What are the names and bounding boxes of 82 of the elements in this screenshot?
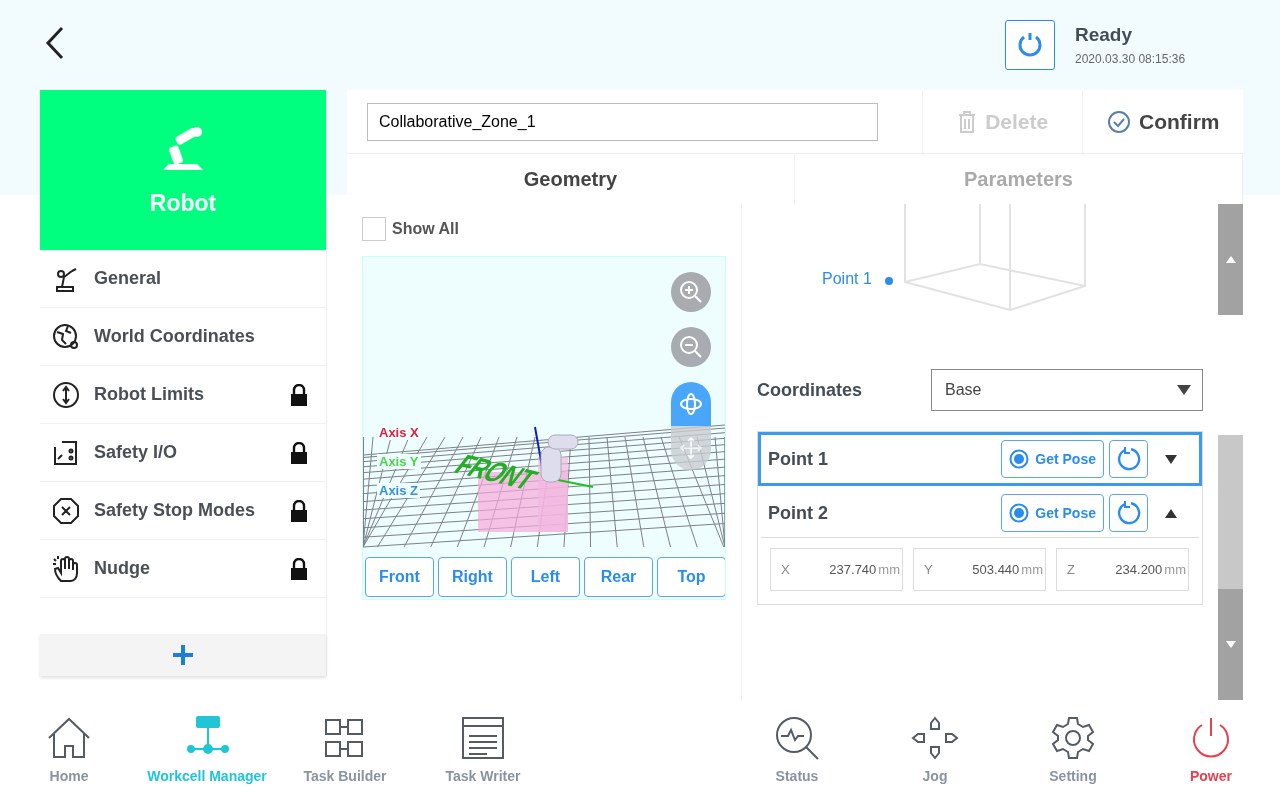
stop-sign-icon	[52, 496, 80, 525]
sidebar-item[interactable]: World Coordinates	[40, 308, 326, 366]
point-label: Point 1	[822, 270, 872, 288]
robot-title: Robot	[149, 189, 217, 217]
reset-button[interactable]	[1109, 494, 1148, 532]
sidebar-label: Nudge	[94, 558, 151, 579]
nav-item[interactable]: Setting	[1004, 700, 1142, 800]
document-icon	[459, 716, 507, 760]
sidebar-label: General	[94, 268, 163, 289]
3d-viewport[interactable]: Axis X Axis Y Axis Z FRONT Front Right Left Rear Top	[362, 256, 726, 600]
settings-icon	[1049, 716, 1097, 760]
caret-icon	[1177, 385, 1191, 395]
point-card[interactable]: Point 1 Get Pose	[758, 432, 1202, 486]
status-text: Ready	[1075, 24, 1134, 46]
coordinate-field[interactable]: X 237.740 mm	[770, 548, 903, 591]
nav-item[interactable]: Task Builder	[276, 700, 414, 800]
zoom-in-button[interactable]	[671, 272, 711, 312]
sidebar-item[interactable]: General	[40, 250, 326, 308]
reset-button[interactable]	[1109, 440, 1148, 478]
axis-label: Axis Y	[377, 454, 421, 469]
view-button[interactable]: Right	[438, 557, 507, 597]
sidebar-item[interactable]: Nudge	[40, 540, 326, 598]
limit-icon	[52, 380, 80, 409]
orbit-icon	[678, 391, 704, 417]
coordinates-dropdown[interactable]: Base	[931, 369, 1203, 411]
floor-label: FRONT	[447, 448, 544, 497]
trash-icon	[957, 109, 978, 134]
point-card[interactable]: Point 2 Get Pose X 237.740 mm Y 503.440 mm Z 234.200 mm	[758, 486, 1202, 604]
caret-up-icon	[1165, 508, 1177, 518]
point-name: Point 1	[768, 448, 829, 470]
get-pose-button[interactable]: Get Pose	[1001, 440, 1104, 478]
status-magnifier-icon	[773, 716, 821, 760]
move-arrows-icon	[678, 435, 704, 461]
view-button[interactable]: Front	[365, 557, 434, 597]
show-all-checkbox[interactable]	[362, 217, 386, 241]
radio-icon	[1009, 503, 1030, 523]
coordinates-label: Coordinates	[757, 379, 862, 401]
sidebar-label: Safety Stop Modes	[94, 500, 257, 521]
caret-up-icon	[1225, 256, 1236, 263]
check-circle-icon	[1107, 109, 1131, 134]
coordinate-field[interactable]: Y 503.440 mm	[913, 548, 1046, 591]
view-button[interactable]: Rear	[584, 557, 653, 597]
point-marker	[885, 277, 893, 285]
axis-label: Axis X	[377, 425, 421, 440]
refresh-button[interactable]	[1005, 20, 1055, 70]
io-panel-icon	[52, 438, 80, 467]
view-button[interactable]: Left	[511, 557, 580, 597]
coordinate-field[interactable]: Z 234.200 mm	[1056, 548, 1189, 591]
hand-icon	[52, 554, 80, 583]
sidebar-item[interactable]: Safety I/O	[40, 424, 326, 482]
point-name: Point 2	[768, 502, 829, 524]
sidebar-item[interactable]: Robot Limits	[40, 366, 326, 424]
axis-label: Axis Z	[377, 483, 420, 498]
caret-down-icon	[1225, 641, 1236, 648]
nav-item[interactable]: Power	[1142, 700, 1280, 800]
refresh-icon	[1115, 500, 1142, 526]
zone-name-field[interactable]: Collaborative_Zone_1	[367, 102, 878, 141]
radio-icon	[1009, 449, 1030, 469]
sidebar-item[interactable]: Safety Stop Modes	[40, 482, 326, 540]
sidebar-label: World Coordinates	[94, 326, 256, 347]
zoom-out-button[interactable]	[671, 327, 711, 367]
zoom-in-icon	[678, 279, 704, 305]
zoom-out-icon	[678, 334, 704, 360]
plus-icon	[172, 644, 194, 666]
arrows-icon	[911, 716, 959, 760]
pan-button[interactable]	[671, 426, 711, 470]
nav-item[interactable]: Home	[0, 700, 138, 800]
caret-down-icon	[1165, 454, 1177, 464]
get-pose-button[interactable]: Get Pose	[1001, 494, 1104, 532]
view-button[interactable]: Top	[657, 557, 725, 597]
globe-icon	[52, 322, 80, 351]
nav-item[interactable]: Status	[728, 700, 866, 800]
rotate-button[interactable]	[671, 382, 711, 426]
nav-item[interactable]: Workcell Manager	[138, 700, 276, 800]
sidebar-label: Safety I/O	[94, 442, 179, 463]
date-time: 2020.03.30 08:15:36	[1075, 52, 1186, 66]
show-all-label: Show All	[392, 220, 459, 238]
scrollbar-thumb[interactable]	[1218, 435, 1243, 589]
nav-item[interactable]: Jog	[866, 700, 1004, 800]
refresh-icon	[1115, 446, 1142, 472]
sidebar-label: Robot Limits	[94, 384, 205, 405]
nav-item[interactable]: Task Writer	[414, 700, 552, 800]
